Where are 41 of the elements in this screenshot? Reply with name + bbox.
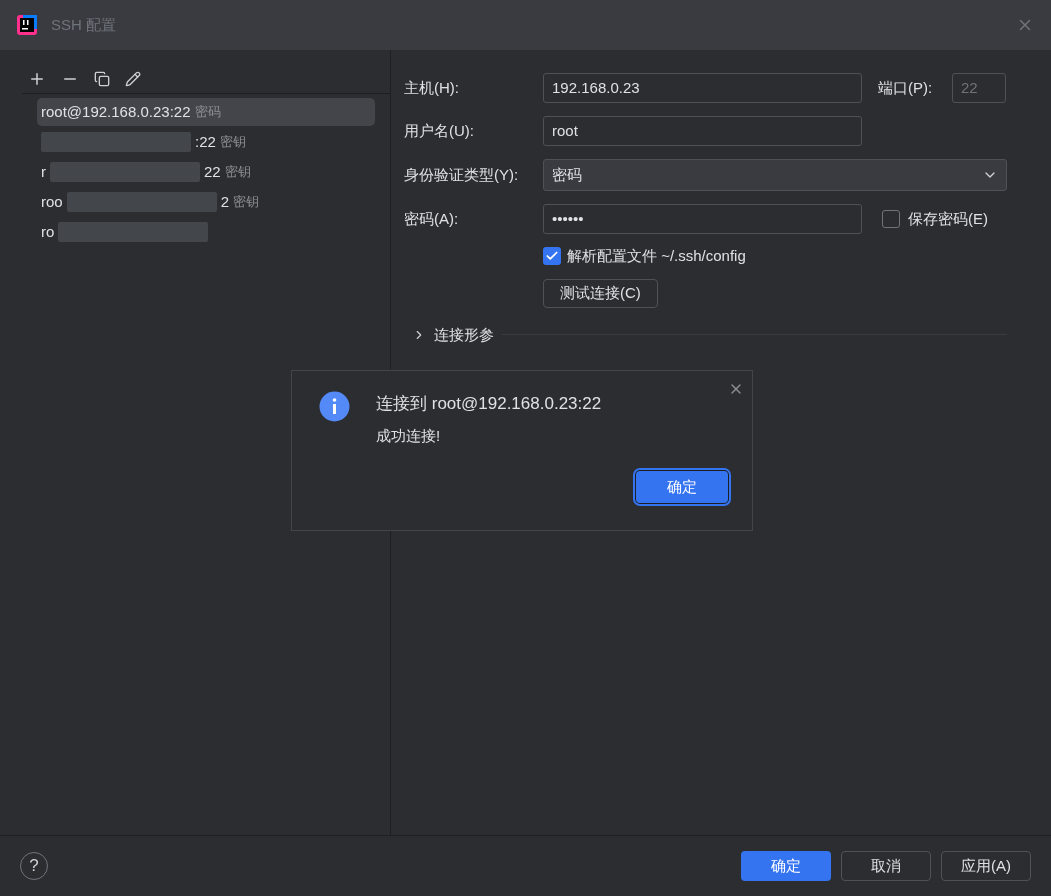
checkbox[interactable] [882, 210, 900, 228]
host-list-item[interactable]: roo 2 密钥 [37, 188, 375, 216]
host-port: 22 [204, 161, 221, 182]
host-list-item[interactable]: :22 密钥 [37, 128, 375, 156]
checkbox[interactable] [543, 247, 561, 266]
host-port: :22 [195, 131, 216, 152]
footer-button[interactable]: 确定 [741, 851, 831, 881]
info-icon [319, 391, 350, 422]
test-connection-button[interactable]: 测试连接(C) [543, 278, 658, 308]
save-password-label: 保存密码(E) [908, 208, 988, 229]
username-label: 用户名(U): [404, 120, 475, 141]
port-label: 端口(P): [878, 77, 934, 98]
host-address: roo [41, 191, 63, 212]
footer-button[interactable]: 取消 [841, 851, 931, 881]
dialog-title: 连接到 root@192.168.0.23:22 [376, 393, 602, 415]
app-logo-icon [17, 15, 37, 35]
host-label: 主机(H): [404, 77, 460, 98]
auth-type: 密钥 [233, 193, 260, 212]
auth-type: 密码 [194, 103, 221, 122]
host-list-item[interactable]: r 22 密钥 [37, 158, 375, 186]
password-label: 密码(A): [404, 208, 460, 229]
auth-type: 密钥 [224, 163, 251, 182]
host-address: r [41, 161, 46, 182]
dialog-message: 成功连接! [376, 425, 442, 446]
host-address: root@192.168.0.23:22 [41, 101, 191, 122]
parse-config-label: 解析配置文件 ~/.ssh/config [567, 246, 746, 266]
host-list-item[interactable]: root@192.168.0.23:22 密码 [37, 98, 375, 126]
host-list-item[interactable]: ro [37, 218, 375, 246]
host-port: 2 [220, 191, 230, 212]
auth-type-label: 身份验证类型(Y): [404, 164, 520, 185]
copy-icon[interactable] [94, 70, 110, 87]
username-field[interactable]: root [543, 116, 862, 146]
host-address: ro [41, 221, 55, 242]
edit-icon[interactable] [125, 70, 141, 87]
auth-type: 密钥 [219, 133, 246, 152]
host-field[interactable]: 192.168.0.23 [543, 73, 862, 103]
section-title[interactable]: 连接形参 [434, 323, 494, 346]
ok-button[interactable]: 确定 [636, 471, 728, 503]
footer-button[interactable]: 应用(A) [941, 851, 1031, 881]
password-field[interactable]: •••••• [543, 204, 862, 234]
auth-type-dropdown[interactable]: 密码 [543, 159, 1007, 191]
